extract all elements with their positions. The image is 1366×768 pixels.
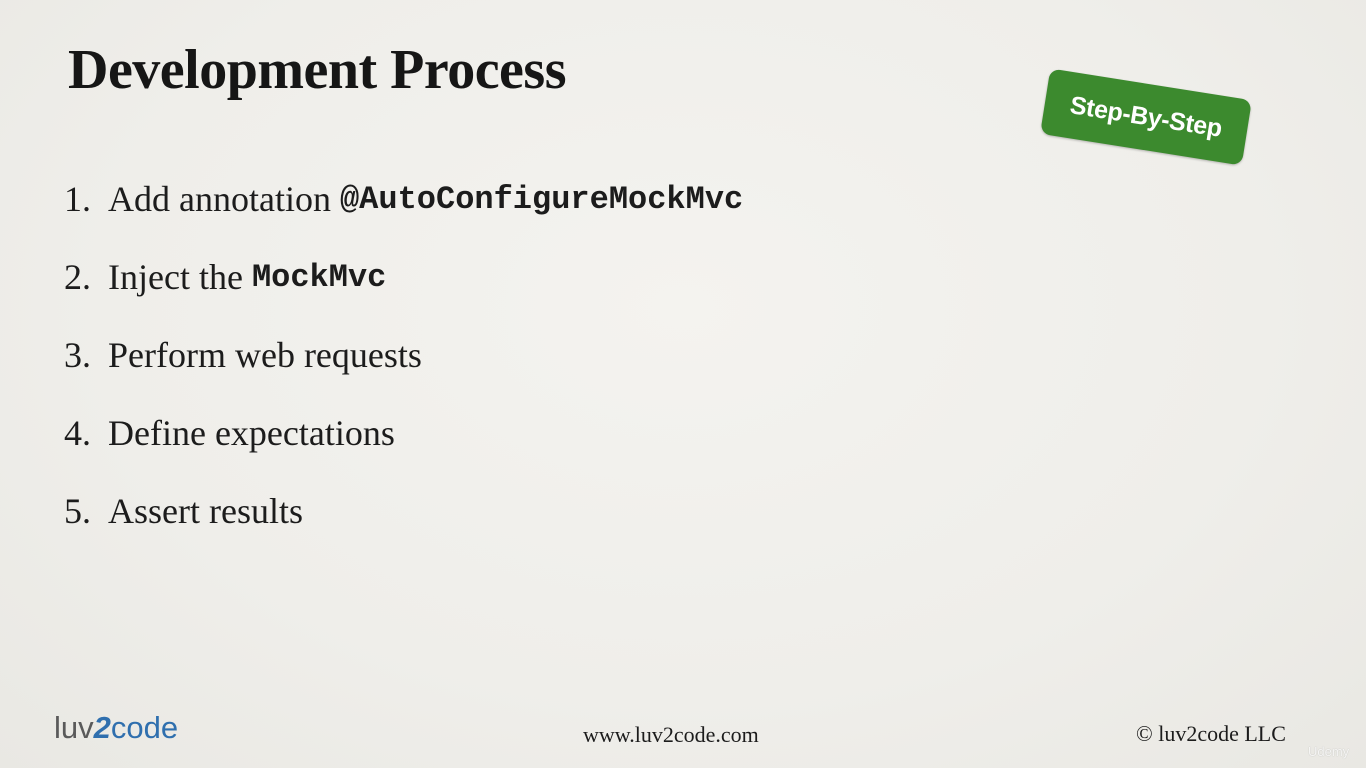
udemy-watermark: Udemy <box>1308 744 1350 759</box>
step-item: 1. Add annotation @AutoConfigureMockMvc <box>64 160 743 238</box>
step-text: Perform web requests <box>108 335 422 375</box>
step-item: 2. Inject the MockMvc <box>64 238 743 316</box>
step-text: Assert results <box>108 491 303 531</box>
step-number: 3. <box>64 335 91 375</box>
step-number: 5. <box>64 491 91 531</box>
logo-part-luv: luv <box>54 710 94 745</box>
step-number: 1. <box>64 179 91 219</box>
step-code: MockMvc <box>251 258 387 296</box>
steps-list: 1. Add annotation @AutoConfigureMockMvc … <box>64 160 743 550</box>
badge-label: Step-By-Step <box>1068 90 1224 143</box>
step-text: Define expectations <box>108 413 395 453</box>
step-number: 2. <box>64 257 91 297</box>
step-by-step-badge: Step-By-Step <box>1040 68 1252 166</box>
step-text: Add annotation <box>108 179 340 219</box>
step-code: @AutoConfigureMockMvc <box>339 180 744 218</box>
footer-copyright: © luv2code LLC <box>1136 721 1286 746</box>
logo-part-2: 2 <box>93 710 111 745</box>
luv2code-logo: luv 2 code <box>54 712 178 743</box>
logo-part-code: code <box>110 710 179 745</box>
slide: Development Process Step-By-Step 1. Add … <box>0 0 1366 768</box>
slide-title: Development Process <box>68 39 567 101</box>
step-number: 4. <box>64 413 91 453</box>
step-item: 5. Assert results <box>64 472 743 550</box>
step-item: 3. Perform web requests <box>64 316 743 394</box>
footer-url: www.luv2code.com <box>583 722 759 747</box>
step-text: Inject the <box>108 257 252 297</box>
step-item: 4. Define expectations <box>64 394 743 472</box>
